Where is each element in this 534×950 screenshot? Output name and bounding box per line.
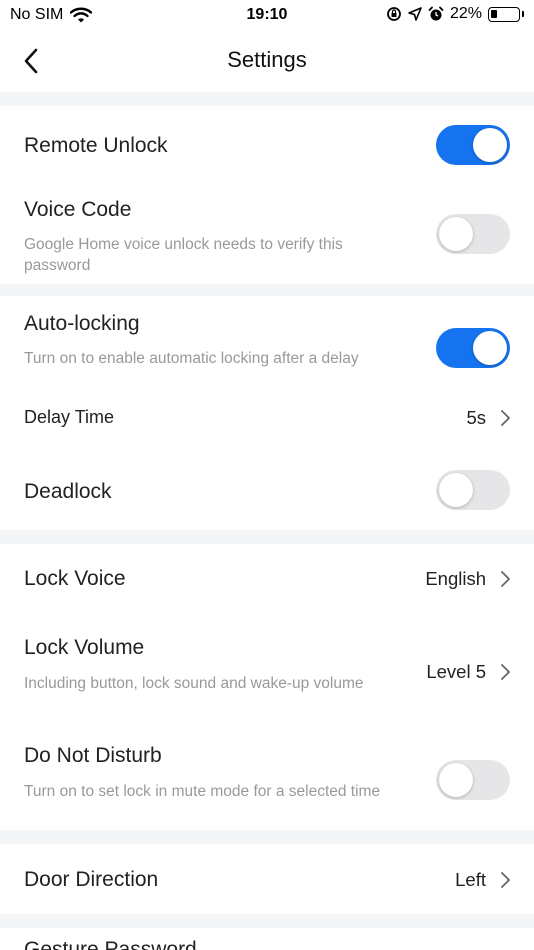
lock-volume-value: Level 5 [426, 661, 486, 682]
do-not-disturb-label: Do Not Disturb [24, 744, 162, 767]
page-title: Settings [227, 47, 307, 72]
delay-time-row[interactable]: Delay Time 5s [0, 392, 534, 444]
toggle-knob [439, 763, 473, 797]
remote-unlock-label: Remote Unlock [24, 134, 168, 157]
chevron-right-icon [501, 410, 510, 426]
section-divider [0, 92, 534, 106]
gesture-password-label: Gesture Password [24, 938, 197, 950]
lock-volume-label: Lock Volume [24, 636, 145, 659]
auto-locking-description: Turn on to enable automatic locking afte… [24, 350, 359, 367]
location-icon [408, 7, 422, 21]
navigation-bar: Settings [0, 30, 534, 90]
remote-unlock-row: Remote Unlock [0, 106, 534, 186]
deadlock-row: Deadlock [0, 452, 534, 530]
delay-time-value: 5s [466, 407, 486, 428]
status-bar: No SIM 19:10 22% [0, 0, 534, 30]
auto-locking-toggle[interactable] [436, 328, 510, 368]
status-right: 22% [386, 5, 524, 23]
alarm-icon [428, 6, 444, 21]
do-not-disturb-toggle[interactable] [436, 760, 510, 800]
do-not-disturb-row: Do Not Disturb Turn on to set lock in mu… [0, 730, 534, 830]
toggle-knob [473, 331, 507, 365]
delay-time-label: Delay Time [24, 407, 115, 427]
remote-unlock-toggle[interactable] [436, 125, 510, 165]
chevron-right-icon [501, 872, 510, 888]
lock-voice-label: Lock Voice [24, 567, 126, 590]
section-divider [0, 284, 534, 296]
gesture-password-row[interactable]: Gesture Password [0, 928, 534, 950]
voice-code-description: Google Home voice unlock needs to verify… [24, 236, 343, 274]
battery-icon [488, 6, 520, 22]
toggle-knob [473, 128, 507, 162]
section-divider [0, 914, 534, 928]
lock-volume-row[interactable]: Lock Volume Including button, lock sound… [0, 620, 534, 720]
section-divider [0, 830, 534, 844]
door-direction-value: Left [455, 869, 486, 890]
toggle-knob [439, 473, 473, 507]
voice-code-row: Voice Code Google Home voice unlock need… [0, 186, 534, 284]
lock-voice-value: English [425, 568, 486, 589]
auto-locking-label: Auto-locking [24, 312, 140, 335]
deadlock-label: Deadlock [24, 480, 112, 503]
battery-level [491, 9, 497, 18]
voice-code-toggle[interactable] [436, 214, 510, 254]
door-direction-label: Door Direction [24, 868, 159, 891]
toggle-knob [439, 217, 473, 251]
lock-volume-description: Including button, lock sound and wake-up… [24, 675, 364, 692]
battery-tip [522, 11, 524, 17]
section-divider [0, 530, 534, 544]
chevron-right-icon [501, 571, 510, 587]
do-not-disturb-description: Turn on to set lock in mute mode for a s… [24, 783, 381, 800]
chevron-right-icon [501, 664, 510, 680]
lock-voice-row[interactable]: Lock Voice English [0, 544, 534, 614]
door-direction-row[interactable]: Door Direction Left [0, 844, 534, 914]
voice-code-label: Voice Code [24, 198, 132, 221]
battery-percent: 22% [449, 5, 482, 22]
orientation-lock-icon [387, 7, 401, 21]
auto-locking-row: Auto-locking Turn on to enable automatic… [0, 296, 534, 392]
deadlock-toggle[interactable] [436, 470, 510, 510]
